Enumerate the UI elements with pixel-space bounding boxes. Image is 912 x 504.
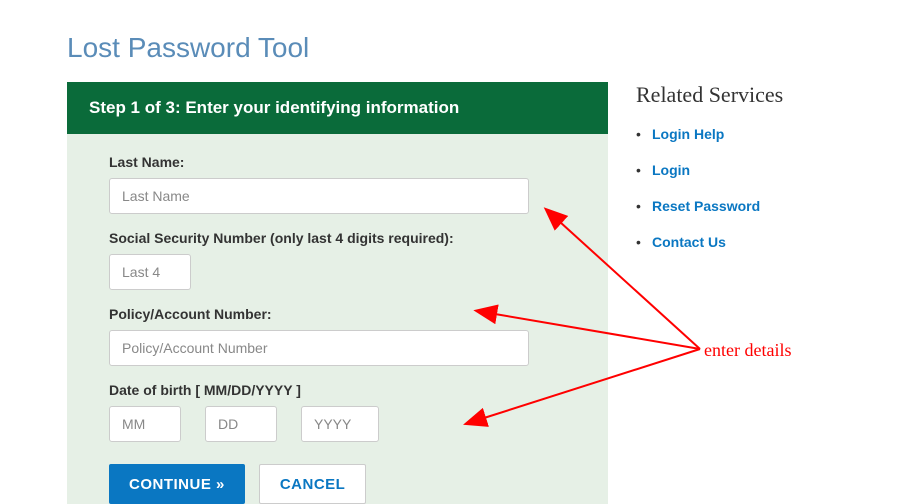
last-name-label: Last Name: [109, 154, 566, 170]
dob-label: Date of birth [ MM/DD/YYYY ] [109, 382, 566, 398]
page-title: Lost Password Tool [0, 0, 912, 82]
related-contact-us-link[interactable]: Contact Us [652, 234, 726, 250]
policy-input[interactable] [109, 330, 529, 366]
last-name-input[interactable] [109, 178, 529, 214]
ssn-label: Social Security Number (only last 4 digi… [109, 230, 566, 246]
dob-dd-input[interactable] [205, 406, 277, 442]
policy-label: Policy/Account Number: [109, 306, 566, 322]
form-card: Step 1 of 3: Enter your identifying info… [67, 82, 608, 504]
related-login-help-link[interactable]: Login Help [652, 126, 724, 142]
form-body: Last Name: Social Security Number (only … [67, 134, 608, 504]
cancel-button[interactable]: CANCEL [259, 464, 367, 504]
related-services-sidebar: Related Services Login Help Login Reset … [636, 82, 846, 504]
continue-button[interactable]: CONTINUE » [109, 464, 245, 504]
dob-yyyy-input[interactable] [301, 406, 379, 442]
annotation-label: enter details [704, 340, 791, 361]
related-services-heading: Related Services [636, 82, 846, 108]
related-reset-password-link[interactable]: Reset Password [652, 198, 760, 214]
ssn-input[interactable] [109, 254, 191, 290]
dob-mm-input[interactable] [109, 406, 181, 442]
related-login-link[interactable]: Login [652, 162, 690, 178]
step-header: Step 1 of 3: Enter your identifying info… [67, 82, 608, 134]
